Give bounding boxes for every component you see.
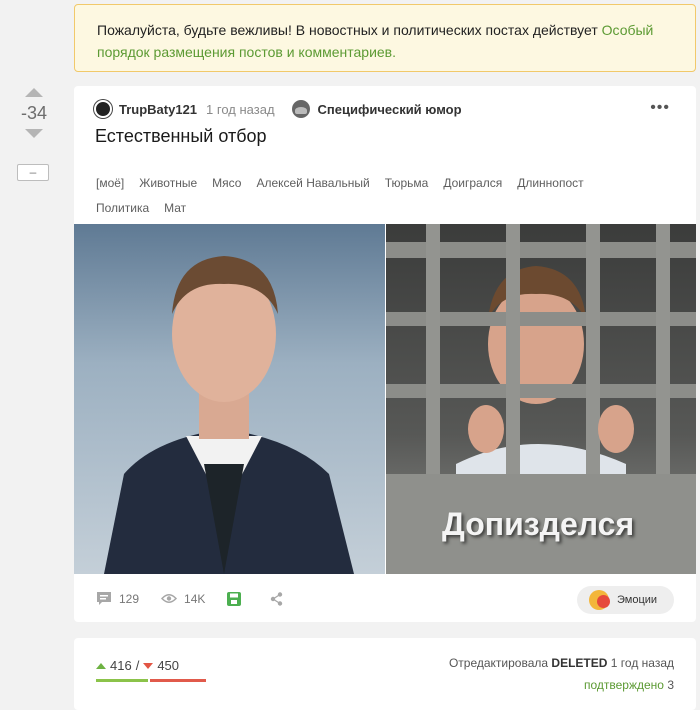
tag[interactable]: Длиннопост bbox=[517, 171, 583, 196]
eye-icon bbox=[161, 594, 178, 603]
share-button[interactable] bbox=[270, 591, 290, 606]
save-button[interactable] bbox=[227, 591, 248, 606]
story-tags: [моё] Животные Мясо Алексей Навальный Тюрьма… bbox=[96, 171, 656, 221]
comments-count: 129 bbox=[119, 591, 140, 606]
views-count: 14K bbox=[184, 591, 206, 606]
author-name[interactable]: TrupBaty121 bbox=[119, 102, 197, 117]
story-image[interactable]: Допизделся bbox=[74, 224, 696, 574]
vote-bar-negative bbox=[150, 679, 206, 682]
tag[interactable]: [моё] bbox=[96, 171, 124, 196]
comment-icon bbox=[97, 592, 111, 605]
story-card: TrupBaty121 1 год назад Специфический юм… bbox=[74, 86, 696, 622]
collapse-button[interactable]: – bbox=[17, 164, 49, 181]
edited-prefix: Отредактировала bbox=[448, 656, 549, 670]
more-options-icon[interactable]: ••• bbox=[650, 99, 670, 117]
emotions-button[interactable]: Эмоции bbox=[577, 586, 674, 614]
share-icon bbox=[271, 591, 283, 606]
post-time: 1 год назад bbox=[206, 101, 275, 117]
author-avatar[interactable] bbox=[94, 100, 112, 118]
tag[interactable]: Животные bbox=[139, 171, 197, 196]
edit-info: Отредактировала DELETED 1 год назад подт… bbox=[449, 652, 674, 696]
upvote-count: 416 bbox=[110, 658, 132, 673]
downvote-triangle-icon[interactable] bbox=[143, 662, 154, 669]
downvote-arrow-icon[interactable] bbox=[25, 129, 43, 138]
portrait-photo bbox=[74, 224, 385, 574]
story-score: -34 bbox=[20, 103, 47, 123]
story-footer: 129 14K bbox=[96, 591, 312, 606]
tag[interactable]: Доигрался bbox=[443, 171, 502, 196]
upvote-triangle-icon[interactable] bbox=[96, 662, 106, 669]
emoji-icon bbox=[589, 590, 610, 610]
comment-votes: 416 / 450 bbox=[96, 658, 179, 673]
story-header: TrupBaty121 1 год назад Специфический юм… bbox=[94, 100, 462, 118]
comments-button[interactable]: 129 bbox=[96, 591, 139, 606]
tag[interactable]: Алексей Навальный bbox=[256, 171, 369, 196]
vote-separator: / bbox=[135, 658, 140, 673]
story-title[interactable]: Естественный отбор bbox=[95, 126, 267, 147]
notice-text: Пожалуйста, будьте вежливы! В новостных … bbox=[97, 22, 602, 38]
tag[interactable]: Тюрьма bbox=[385, 171, 429, 196]
vote-ratio-bar bbox=[96, 679, 206, 682]
image-caption: Допизделся bbox=[442, 506, 635, 542]
views-counter: 14K bbox=[161, 592, 205, 606]
rules-notice: Пожалуйста, будьте вежливы! В новостных … bbox=[74, 4, 696, 72]
comment-card: 416 / 450 Отредактировала DELETED 1 год … bbox=[74, 638, 696, 710]
confirmed-count: 3 bbox=[667, 678, 674, 692]
tag[interactable]: Политика bbox=[96, 196, 149, 221]
community-name[interactable]: Специфический юмор bbox=[318, 102, 462, 117]
emotions-label: Эмоции bbox=[617, 594, 658, 606]
downvote-count: 450 bbox=[157, 658, 180, 673]
confirmed-link[interactable]: подтверждено bbox=[584, 678, 664, 692]
community-avatar-icon[interactable] bbox=[291, 100, 310, 118]
save-icon bbox=[227, 591, 242, 606]
portrait-illustration bbox=[104, 256, 354, 574]
upvote-arrow-icon[interactable] bbox=[25, 88, 43, 97]
edited-time: 1 год назад bbox=[610, 656, 674, 670]
tag[interactable]: Мат bbox=[164, 196, 186, 221]
vote-bar-positive bbox=[96, 679, 148, 682]
story-rating: -34 bbox=[12, 88, 56, 138]
edited-by[interactable]: DELETED bbox=[551, 656, 607, 670]
tag[interactable]: Мясо bbox=[212, 171, 241, 196]
